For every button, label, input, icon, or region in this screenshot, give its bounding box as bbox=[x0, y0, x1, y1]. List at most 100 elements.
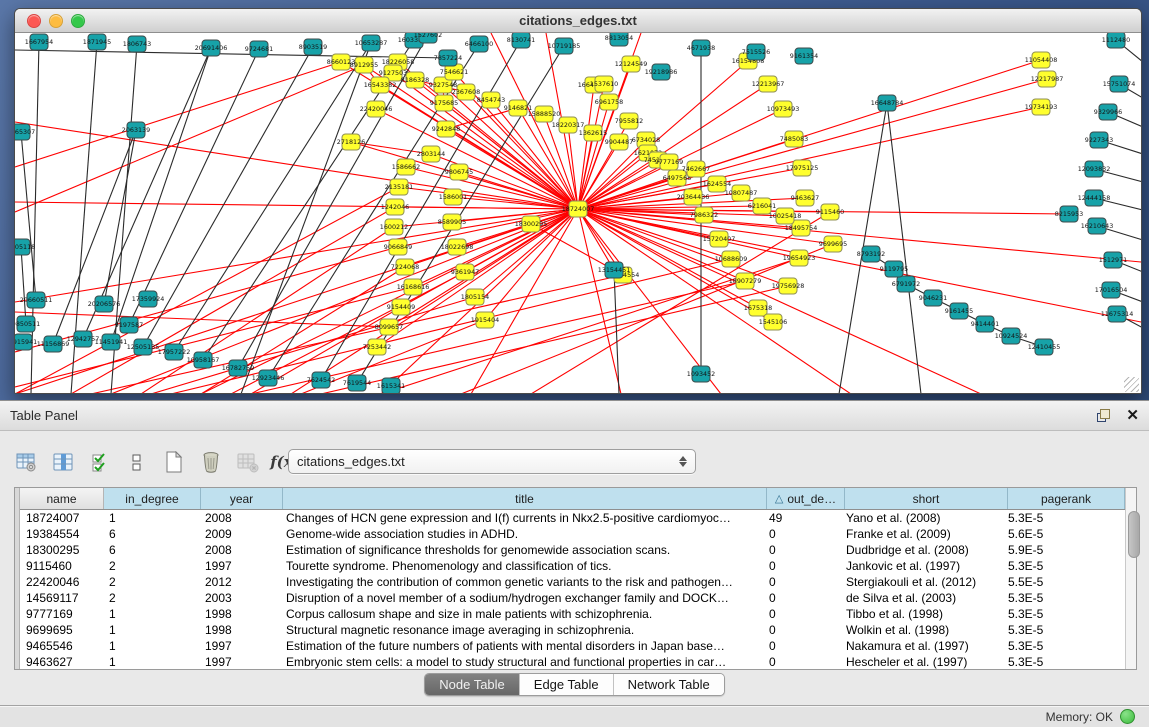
graph-node[interactable]: 19654923 bbox=[783, 250, 816, 266]
graph-node[interactable]: 9904487 bbox=[605, 134, 633, 150]
graph-node[interactable]: 12505135 bbox=[127, 339, 160, 355]
window-resize-grip[interactable] bbox=[1124, 377, 1139, 392]
table-cell[interactable]: 1998 bbox=[199, 622, 280, 638]
minimize-window-icon[interactable] bbox=[49, 14, 63, 28]
graph-node[interactable]: 9699695 bbox=[819, 236, 847, 252]
graph-node[interactable]: 10688609 bbox=[715, 251, 748, 267]
table-cell[interactable]: Franke et al. (2009) bbox=[840, 526, 1002, 542]
table-cell[interactable]: 9777169 bbox=[20, 606, 103, 622]
graph-node[interactable]: 20206576 bbox=[88, 296, 121, 312]
table-cell[interactable]: Jankovic et al. (1997) bbox=[840, 558, 1002, 574]
close-window-icon[interactable] bbox=[27, 14, 41, 28]
table-cell[interactable]: Estimation of the future numbers of pati… bbox=[280, 638, 763, 654]
table-cell[interactable]: Stergiakouli et al. (2012) bbox=[840, 574, 1002, 590]
table-cell[interactable]: 1998 bbox=[199, 606, 280, 622]
graph-node[interactable]: 15720407 bbox=[703, 231, 736, 247]
table-cell[interactable]: 1 bbox=[103, 654, 199, 669]
table-cell[interactable]: Corpus callosum shape and size in male p… bbox=[280, 606, 763, 622]
table-scrollbar[interactable] bbox=[1125, 488, 1136, 669]
graph-node[interactable]: 10719185 bbox=[548, 38, 581, 54]
table-cell[interactable]: 0 bbox=[763, 590, 840, 606]
network-canvas[interactable]: 1872400786601238912955182260589127503165… bbox=[15, 33, 1141, 394]
delete-table-icon[interactable] bbox=[236, 449, 260, 475]
table-cell[interactable]: 2 bbox=[103, 558, 199, 574]
table-cell[interactable]: 5.3E-5 bbox=[1002, 654, 1118, 669]
zoom-window-icon[interactable] bbox=[71, 14, 85, 28]
graph-node[interactable]: 16648784 bbox=[871, 95, 904, 111]
table-cell[interactable]: 1 bbox=[103, 638, 199, 654]
table-cell[interactable]: 1997 bbox=[199, 654, 280, 669]
table-cell[interactable]: 0 bbox=[763, 622, 840, 638]
table-cell[interactable]: 9465546 bbox=[20, 638, 103, 654]
graph-node[interactable]: 19218986 bbox=[645, 64, 678, 80]
table-cell[interactable]: Hescheler et al. (1997) bbox=[840, 654, 1002, 669]
table-row[interactable]: 977716911998Corpus callosum shape and si… bbox=[20, 606, 1125, 622]
memory-status-indicator[interactable] bbox=[1120, 709, 1135, 724]
column-header-indegree[interactable]: in_degree bbox=[104, 488, 201, 509]
table-cell[interactable]: 6 bbox=[103, 542, 199, 558]
table-cell[interactable]: 2 bbox=[103, 574, 199, 590]
table-row[interactable]: 2242004622012Investigating the contribut… bbox=[20, 574, 1125, 590]
graph-node[interactable]: 1512971 bbox=[1099, 252, 1127, 268]
table-cell[interactable]: 19384554 bbox=[20, 526, 103, 542]
graph-node[interactable]: 16782759 bbox=[222, 360, 255, 376]
table-cell[interactable]: 0 bbox=[763, 526, 840, 542]
table-cell[interactable]: Genome-wide association studies in ADHD. bbox=[280, 526, 763, 542]
graph-node[interactable]: 19734193 bbox=[1025, 99, 1058, 115]
graph-node[interactable]: 12217987 bbox=[1031, 71, 1064, 87]
graph-node[interactable]: 8903519 bbox=[299, 39, 327, 55]
graph-node[interactable]: 12213967 bbox=[752, 76, 785, 92]
table-row[interactable]: 1456911722003Disruption of a novel membe… bbox=[20, 590, 1125, 606]
table-row[interactable]: 1830029562008Estimation of significance … bbox=[20, 542, 1125, 558]
table-cell[interactable]: 0 bbox=[763, 606, 840, 622]
graph-node[interactable]: 9227343 bbox=[1085, 132, 1113, 148]
table-cell[interactable]: 5.3E-5 bbox=[1002, 590, 1118, 606]
table-cell[interactable]: Tourette syndrome. Phenomenology and cla… bbox=[280, 558, 763, 574]
graph-node[interactable]: 8454743 bbox=[477, 92, 505, 108]
graph-node[interactable]: 8813054 bbox=[605, 33, 633, 46]
graph-node[interactable]: 8130741 bbox=[507, 33, 535, 48]
table-cell[interactable]: 6 bbox=[103, 526, 199, 542]
table-row[interactable]: 1872400712008Changes of HCN gene express… bbox=[20, 510, 1125, 526]
table-row[interactable]: 911546021997Tourette syndrome. Phenomeno… bbox=[20, 558, 1125, 574]
table-cell[interactable]: Nakamura et al. (1997) bbox=[840, 638, 1002, 654]
graph-node[interactable]: 1806743 bbox=[123, 36, 151, 52]
graph-node[interactable]: 19756928 bbox=[772, 278, 805, 294]
graph-node[interactable]: 16210643 bbox=[1081, 218, 1114, 234]
table-cell[interactable]: Disruption of a novel member of a sodium… bbox=[280, 590, 763, 606]
column-header-short[interactable]: short bbox=[845, 488, 1008, 509]
graph-node[interactable]: 9329966 bbox=[1094, 104, 1122, 120]
graph-node[interactable]: 1093452 bbox=[687, 366, 715, 382]
table-cell[interactable]: 5.3E-5 bbox=[1002, 606, 1118, 622]
graph-node[interactable]: 6466100 bbox=[465, 36, 493, 52]
table-settings-icon[interactable] bbox=[14, 449, 38, 475]
graph-node[interactable]: 1600212 bbox=[380, 219, 408, 235]
table-cell[interactable]: 2008 bbox=[199, 510, 280, 526]
graph-node[interactable]: 10958167 bbox=[187, 352, 220, 368]
table-cell[interactable]: de Silva et al. (2003) bbox=[840, 590, 1002, 606]
graph-node[interactable]: 10653287 bbox=[355, 35, 388, 51]
graph-node[interactable]: 2718126 bbox=[337, 134, 365, 150]
graph-node[interactable]: 9161455 bbox=[945, 303, 973, 319]
table-cell[interactable]: 2008 bbox=[199, 542, 280, 558]
table-row[interactable]: 1938455462009Genome-wide association stu… bbox=[20, 526, 1125, 542]
table-cell[interactable]: 49 bbox=[763, 510, 840, 526]
table-cell[interactable]: 2003 bbox=[199, 590, 280, 606]
graph-node[interactable]: 12124549 bbox=[615, 56, 648, 72]
table-cell[interactable]: Dudbridge et al. (2008) bbox=[840, 542, 1002, 558]
table-selector-dropdown[interactable]: citations_edges.txt bbox=[288, 449, 696, 474]
graph-node[interactable]: 1667954 bbox=[25, 34, 53, 50]
table-cell[interactable]: 2 bbox=[103, 590, 199, 606]
table-cell[interactable]: 5.5E-5 bbox=[1002, 574, 1118, 590]
table-cell[interactable]: Embryonic stem cells: a model to study s… bbox=[280, 654, 763, 669]
graph-node[interactable]: 12410455 bbox=[1028, 339, 1061, 355]
graph-node[interactable]: 3915941 bbox=[15, 334, 37, 350]
delete-column-icon[interactable] bbox=[199, 449, 223, 475]
window-titlebar[interactable]: citations_edges.txt bbox=[15, 9, 1141, 33]
table-cell[interactable]: 5.3E-5 bbox=[1002, 558, 1118, 574]
network-graph[interactable]: 1872400786601238912955182260589127503165… bbox=[15, 33, 1141, 394]
tab-network-table[interactable]: Network Table bbox=[614, 674, 724, 695]
graph-node[interactable]: 7485083 bbox=[780, 131, 808, 147]
table-row[interactable]: 969969511998Structural magnetic resonanc… bbox=[20, 622, 1125, 638]
table-cell[interactable]: 0 bbox=[763, 542, 840, 558]
